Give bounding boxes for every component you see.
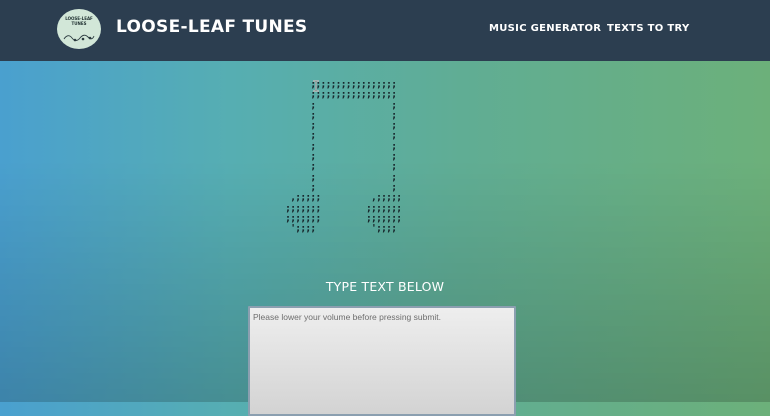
brand-title[interactable]: LOOSE-LEAF TUNES	[116, 17, 307, 37]
music-note-ascii-art: ;;;;;;;;;;;;;;;;; ;;;;;;;;;;;;;;;;; ; ; …	[285, 79, 402, 235]
site-logo[interactable]: LOOSE-LEAF TUNES	[57, 9, 101, 49]
nav-link-music-generator[interactable]: MUSIC GENERATOR	[489, 23, 601, 34]
nav-link-texts-to-try[interactable]: TEXTS TO TRY	[607, 23, 690, 34]
navbar: LOOSE-LEAF TUNES LOOSE-LEAF TUNES MUSIC …	[0, 0, 770, 61]
logo-text: LOOSE-LEAF TUNES	[65, 16, 93, 26]
type-text-heading: TYPE TEXT BELOW	[325, 279, 445, 294]
music-notes-icon	[63, 34, 95, 42]
text-input[interactable]	[248, 306, 516, 416]
